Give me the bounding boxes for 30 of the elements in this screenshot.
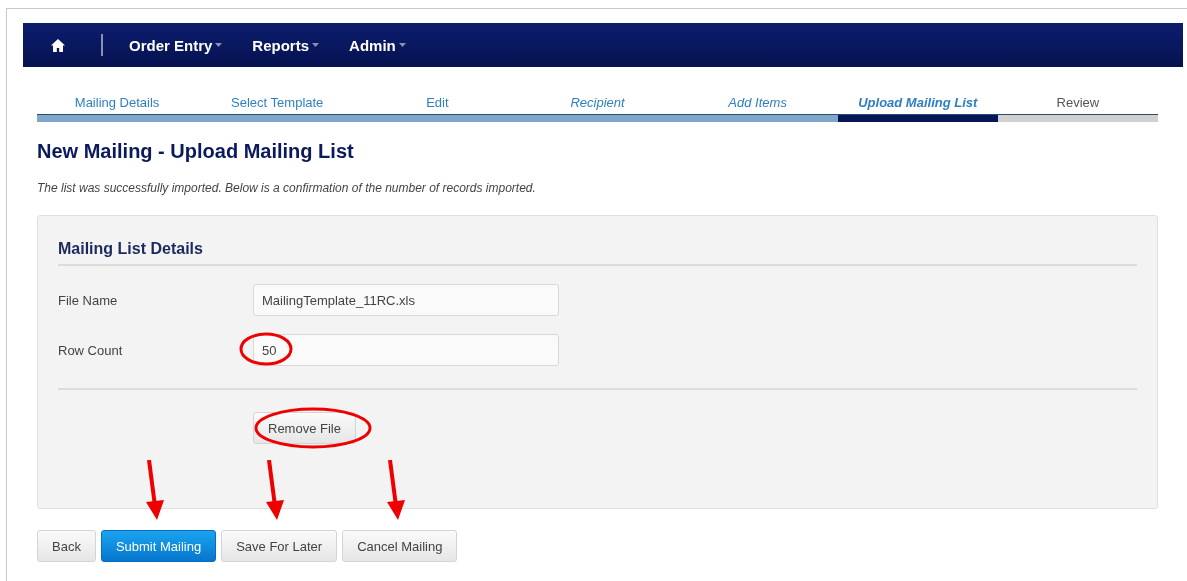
action-button[interactable]: Save For Later [221,530,338,562]
text-field[interactable]: 50 [253,334,559,366]
annotation-arrow [385,460,406,522]
page-title: New Mailing - Upload Mailing List [37,140,355,163]
annotation-arrow [144,460,165,522]
panel-heading: Mailing List Details [58,240,1137,266]
caret-icon [312,43,320,47]
nav-menu-item[interactable]: Admin [349,36,406,54]
nav-menu-item[interactable]: Order Entry [129,36,223,54]
wizard-step-tab[interactable]: Select Template [197,95,358,122]
wizard-step-tab[interactable]: Recipient [517,95,678,122]
caret-icon [215,43,223,47]
field-label: File Name [58,292,119,308]
wizard-step-tab[interactable]: Upload Mailing List [837,95,998,122]
field-label: Row Count [58,342,124,358]
home-icon[interactable] [51,38,65,52]
annotation-ellipse [239,332,293,366]
action-button[interactable]: Back [37,530,96,562]
action-button[interactable]: Submit Mailing [100,530,217,562]
status-message: The list was successfully imported. Below is a confirmation of the number of records imported. [37,181,537,195]
wizard-step-tab[interactable]: Review [997,95,1158,122]
caret-icon [398,43,406,47]
remove-file-button[interactable]: Remove File [253,412,356,444]
text-field[interactable]: MailingTemplate_11RC.xls [253,284,559,316]
wizard-step-tab[interactable]: Add Items [677,95,838,122]
annotation-arrow [265,460,286,522]
nav-menu-item[interactable]: Reports [252,36,320,54]
action-button[interactable]: Cancel Mailing [342,530,458,562]
wizard-step-tab[interactable]: Mailing Details [37,95,198,122]
wizard-step-tab[interactable]: Edit [357,95,518,122]
